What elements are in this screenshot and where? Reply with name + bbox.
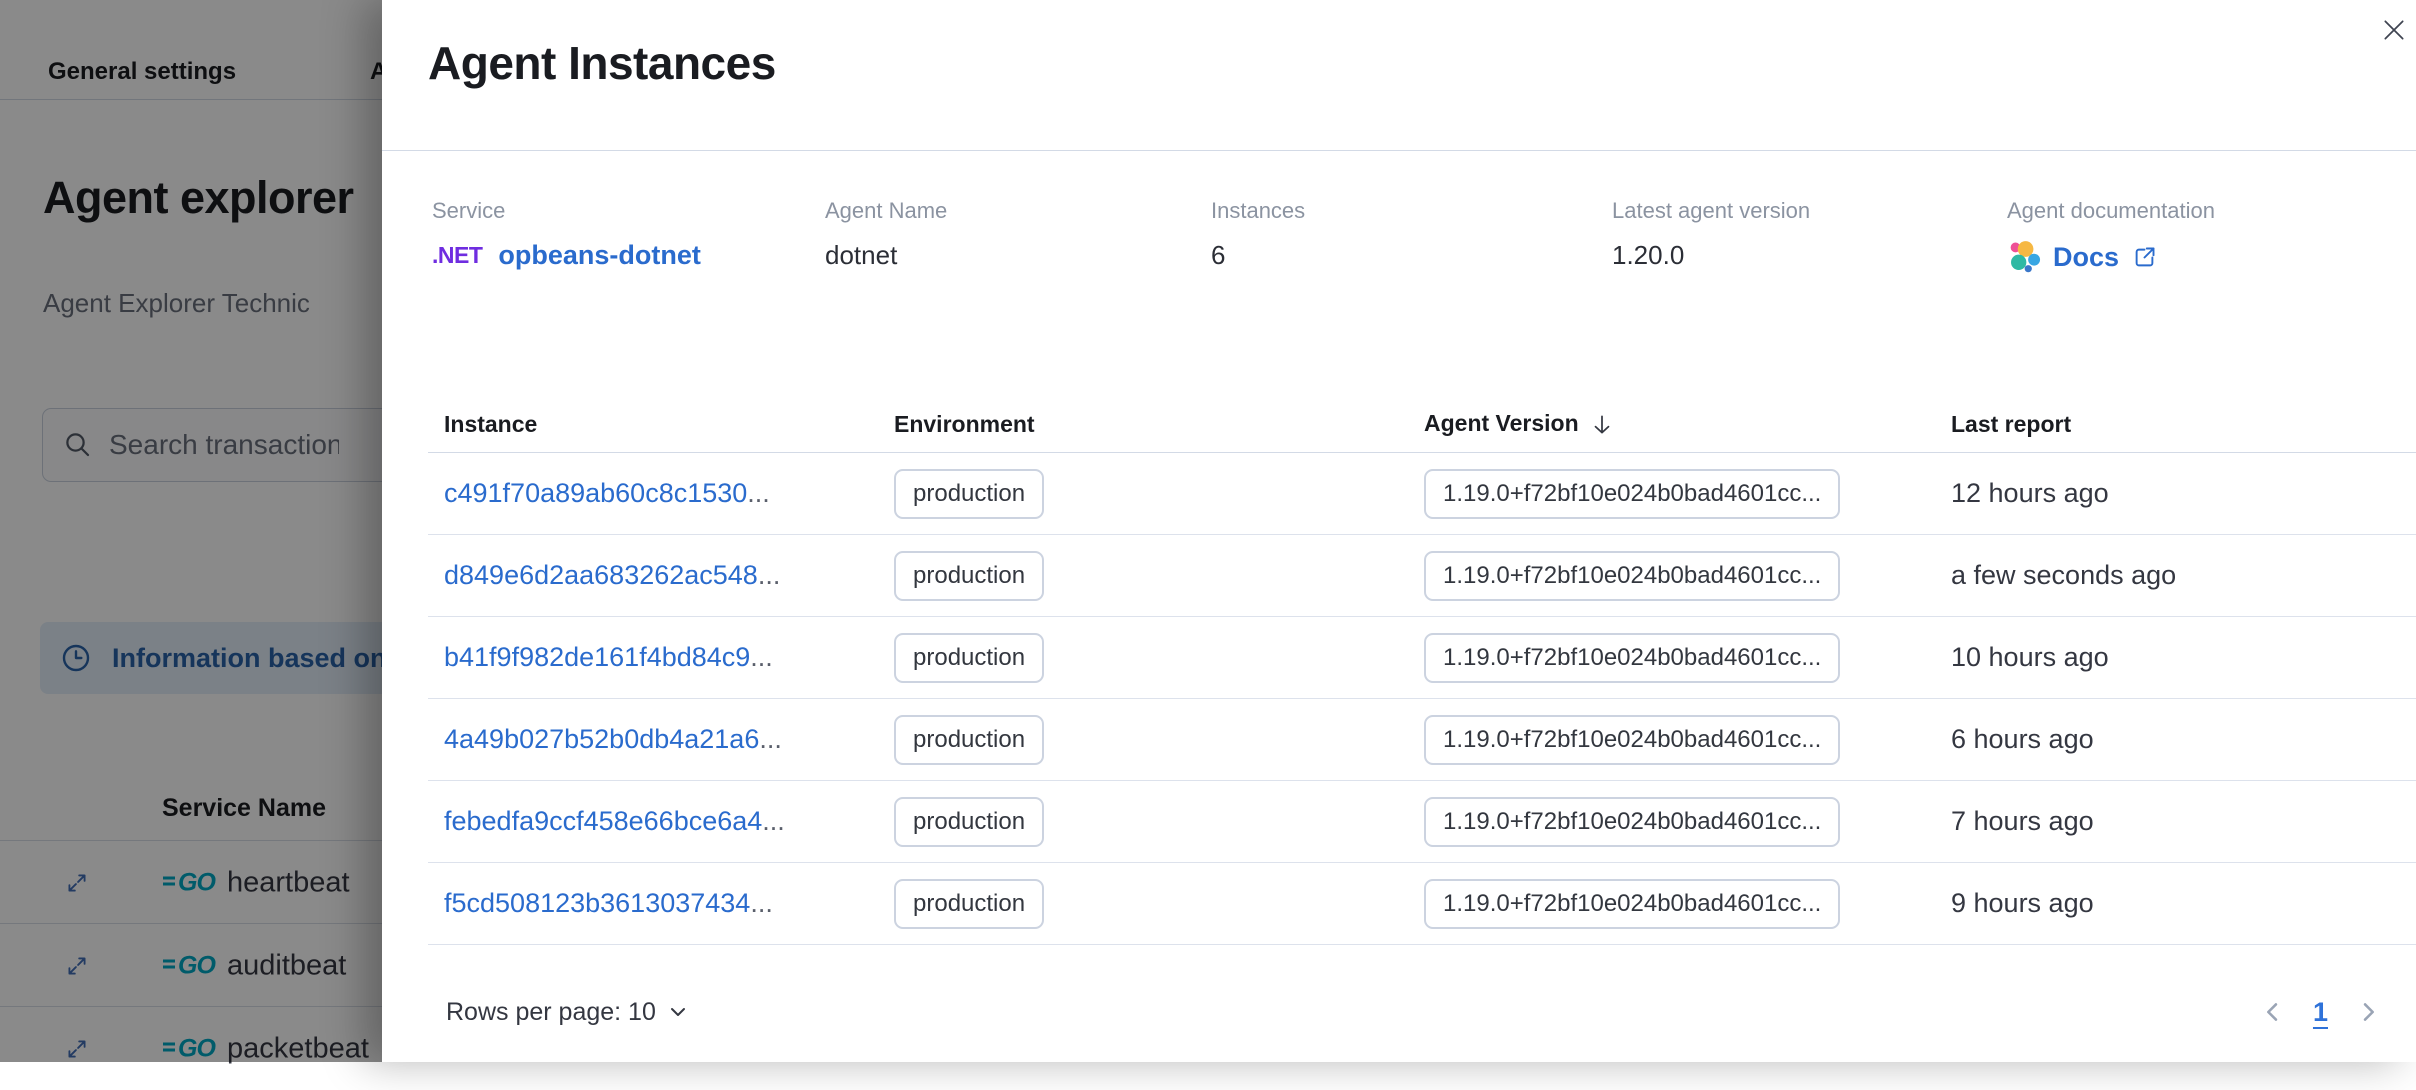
last-report-value: 6 hours ago bbox=[1951, 724, 2094, 754]
table-row: f5cd508123b3613037434... production 1.19… bbox=[428, 863, 2416, 945]
instance-link[interactable]: c491f70a89ab60c8c1530 bbox=[444, 478, 747, 508]
instances-value: 6 bbox=[1211, 240, 1612, 271]
agent-version-badge: 1.19.0+f72bf10e024b0bad4601cc... bbox=[1424, 469, 1840, 519]
service-label: Service bbox=[432, 198, 825, 224]
rows-per-page-button[interactable]: Rows per page: 10 bbox=[446, 998, 690, 1027]
docs-label: Agent documentation bbox=[2007, 198, 2215, 224]
divider bbox=[382, 150, 2416, 151]
last-report-value: 9 hours ago bbox=[1951, 888, 2094, 918]
pagination: 1 bbox=[2259, 997, 2382, 1028]
page-number[interactable]: 1 bbox=[2313, 997, 2328, 1028]
environment-badge: production bbox=[894, 633, 1044, 683]
flyout-title: Agent Instances bbox=[428, 36, 776, 90]
summary-agent-name: Agent Name dotnet bbox=[825, 198, 1211, 274]
truncation-ellipsis: ... bbox=[750, 642, 773, 672]
agent-version-badge: 1.19.0+f72bf10e024b0bad4601cc... bbox=[1424, 715, 1840, 765]
column-header-agent-version[interactable]: Agent Version bbox=[1408, 396, 1935, 453]
table-row: c491f70a89ab60c8c1530... production 1.19… bbox=[428, 453, 2416, 535]
column-header-last-report: Last report bbox=[1935, 396, 2416, 453]
close-button[interactable] bbox=[2374, 10, 2414, 50]
agent-version-badge: 1.19.0+f72bf10e024b0bad4601cc... bbox=[1424, 551, 1840, 601]
column-header-environment: Environment bbox=[878, 396, 1408, 453]
elastic-logo-icon bbox=[2007, 240, 2041, 274]
table-row: d849e6d2aa683262ac548... production 1.19… bbox=[428, 535, 2416, 617]
previous-page-button[interactable] bbox=[2259, 998, 2287, 1026]
latest-version-value: 1.20.0 bbox=[1612, 240, 2007, 271]
summary-docs: Agent documentation Docs bbox=[2007, 198, 2215, 274]
close-icon bbox=[2381, 17, 2407, 43]
last-report-value: 10 hours ago bbox=[1951, 642, 2109, 672]
latest-version-label: Latest agent version bbox=[1612, 198, 2007, 224]
chevron-left-icon bbox=[2259, 998, 2287, 1026]
instance-link[interactable]: b41f9f982de161f4bd84c9 bbox=[444, 642, 750, 672]
agent-name-label: Agent Name bbox=[825, 198, 1211, 224]
agent-summary: Service .NET opbeans-dotnet Agent Name d… bbox=[432, 198, 2396, 274]
agent-version-badge: 1.19.0+f72bf10e024b0bad4601cc... bbox=[1424, 879, 1840, 929]
instances-label: Instances bbox=[1211, 198, 1612, 224]
last-report-value: 7 hours ago bbox=[1951, 806, 2094, 836]
instance-link[interactable]: 4a49b027b52b0db4a21a6 bbox=[444, 724, 759, 754]
summary-instances: Instances 6 bbox=[1211, 198, 1612, 274]
last-report-value: a few seconds ago bbox=[1951, 560, 2176, 590]
agent-version-badge: 1.19.0+f72bf10e024b0bad4601cc... bbox=[1424, 797, 1840, 847]
sort-descending-icon bbox=[1589, 412, 1615, 438]
docs-link[interactable]: Docs bbox=[2053, 242, 2119, 273]
agent-instances-flyout: Agent Instances Service .NET opbeans-dot… bbox=[382, 0, 2416, 1062]
summary-service: Service .NET opbeans-dotnet bbox=[432, 198, 825, 274]
table-row: febedfa9ccf458e66bce6a4... production 1.… bbox=[428, 781, 2416, 863]
truncation-ellipsis: ... bbox=[747, 478, 770, 508]
table-footer: Rows per page: 10 1 bbox=[428, 984, 2382, 1040]
table-row: b41f9f982de161f4bd84c9... production 1.1… bbox=[428, 617, 2416, 699]
instances-table: Instance Environment Agent Version Last … bbox=[428, 396, 2416, 945]
table-header-row: Instance Environment Agent Version Last … bbox=[428, 396, 2416, 453]
table-row: 4a49b027b52b0db4a21a6... production 1.19… bbox=[428, 699, 2416, 781]
instance-link[interactable]: d849e6d2aa683262ac548 bbox=[444, 560, 758, 590]
environment-badge: production bbox=[894, 469, 1044, 519]
instance-link[interactable]: febedfa9ccf458e66bce6a4 bbox=[444, 806, 762, 836]
next-page-button[interactable] bbox=[2354, 998, 2382, 1026]
environment-badge: production bbox=[894, 879, 1044, 929]
external-link-icon bbox=[2131, 244, 2158, 271]
truncation-ellipsis: ... bbox=[758, 560, 781, 590]
agent-version-badge: 1.19.0+f72bf10e024b0bad4601cc... bbox=[1424, 633, 1840, 683]
environment-badge: production bbox=[894, 551, 1044, 601]
truncation-ellipsis: ... bbox=[762, 806, 785, 836]
environment-badge: production bbox=[894, 715, 1044, 765]
last-report-value: 12 hours ago bbox=[1951, 478, 2109, 508]
truncation-ellipsis: ... bbox=[759, 724, 782, 754]
truncation-ellipsis: ... bbox=[750, 888, 773, 918]
service-link[interactable]: opbeans-dotnet bbox=[498, 240, 701, 271]
environment-badge: production bbox=[894, 797, 1044, 847]
instance-link[interactable]: f5cd508123b3613037434 bbox=[444, 888, 750, 918]
dotnet-agent-icon: .NET bbox=[432, 242, 482, 269]
rows-per-page-label: Rows per page: 10 bbox=[446, 998, 656, 1027]
summary-latest-version: Latest agent version 1.20.0 bbox=[1612, 198, 2007, 274]
chevron-down-icon bbox=[666, 1000, 690, 1024]
agent-name-value: dotnet bbox=[825, 240, 1211, 271]
chevron-right-icon bbox=[2354, 998, 2382, 1026]
column-header-instance: Instance bbox=[428, 396, 878, 453]
